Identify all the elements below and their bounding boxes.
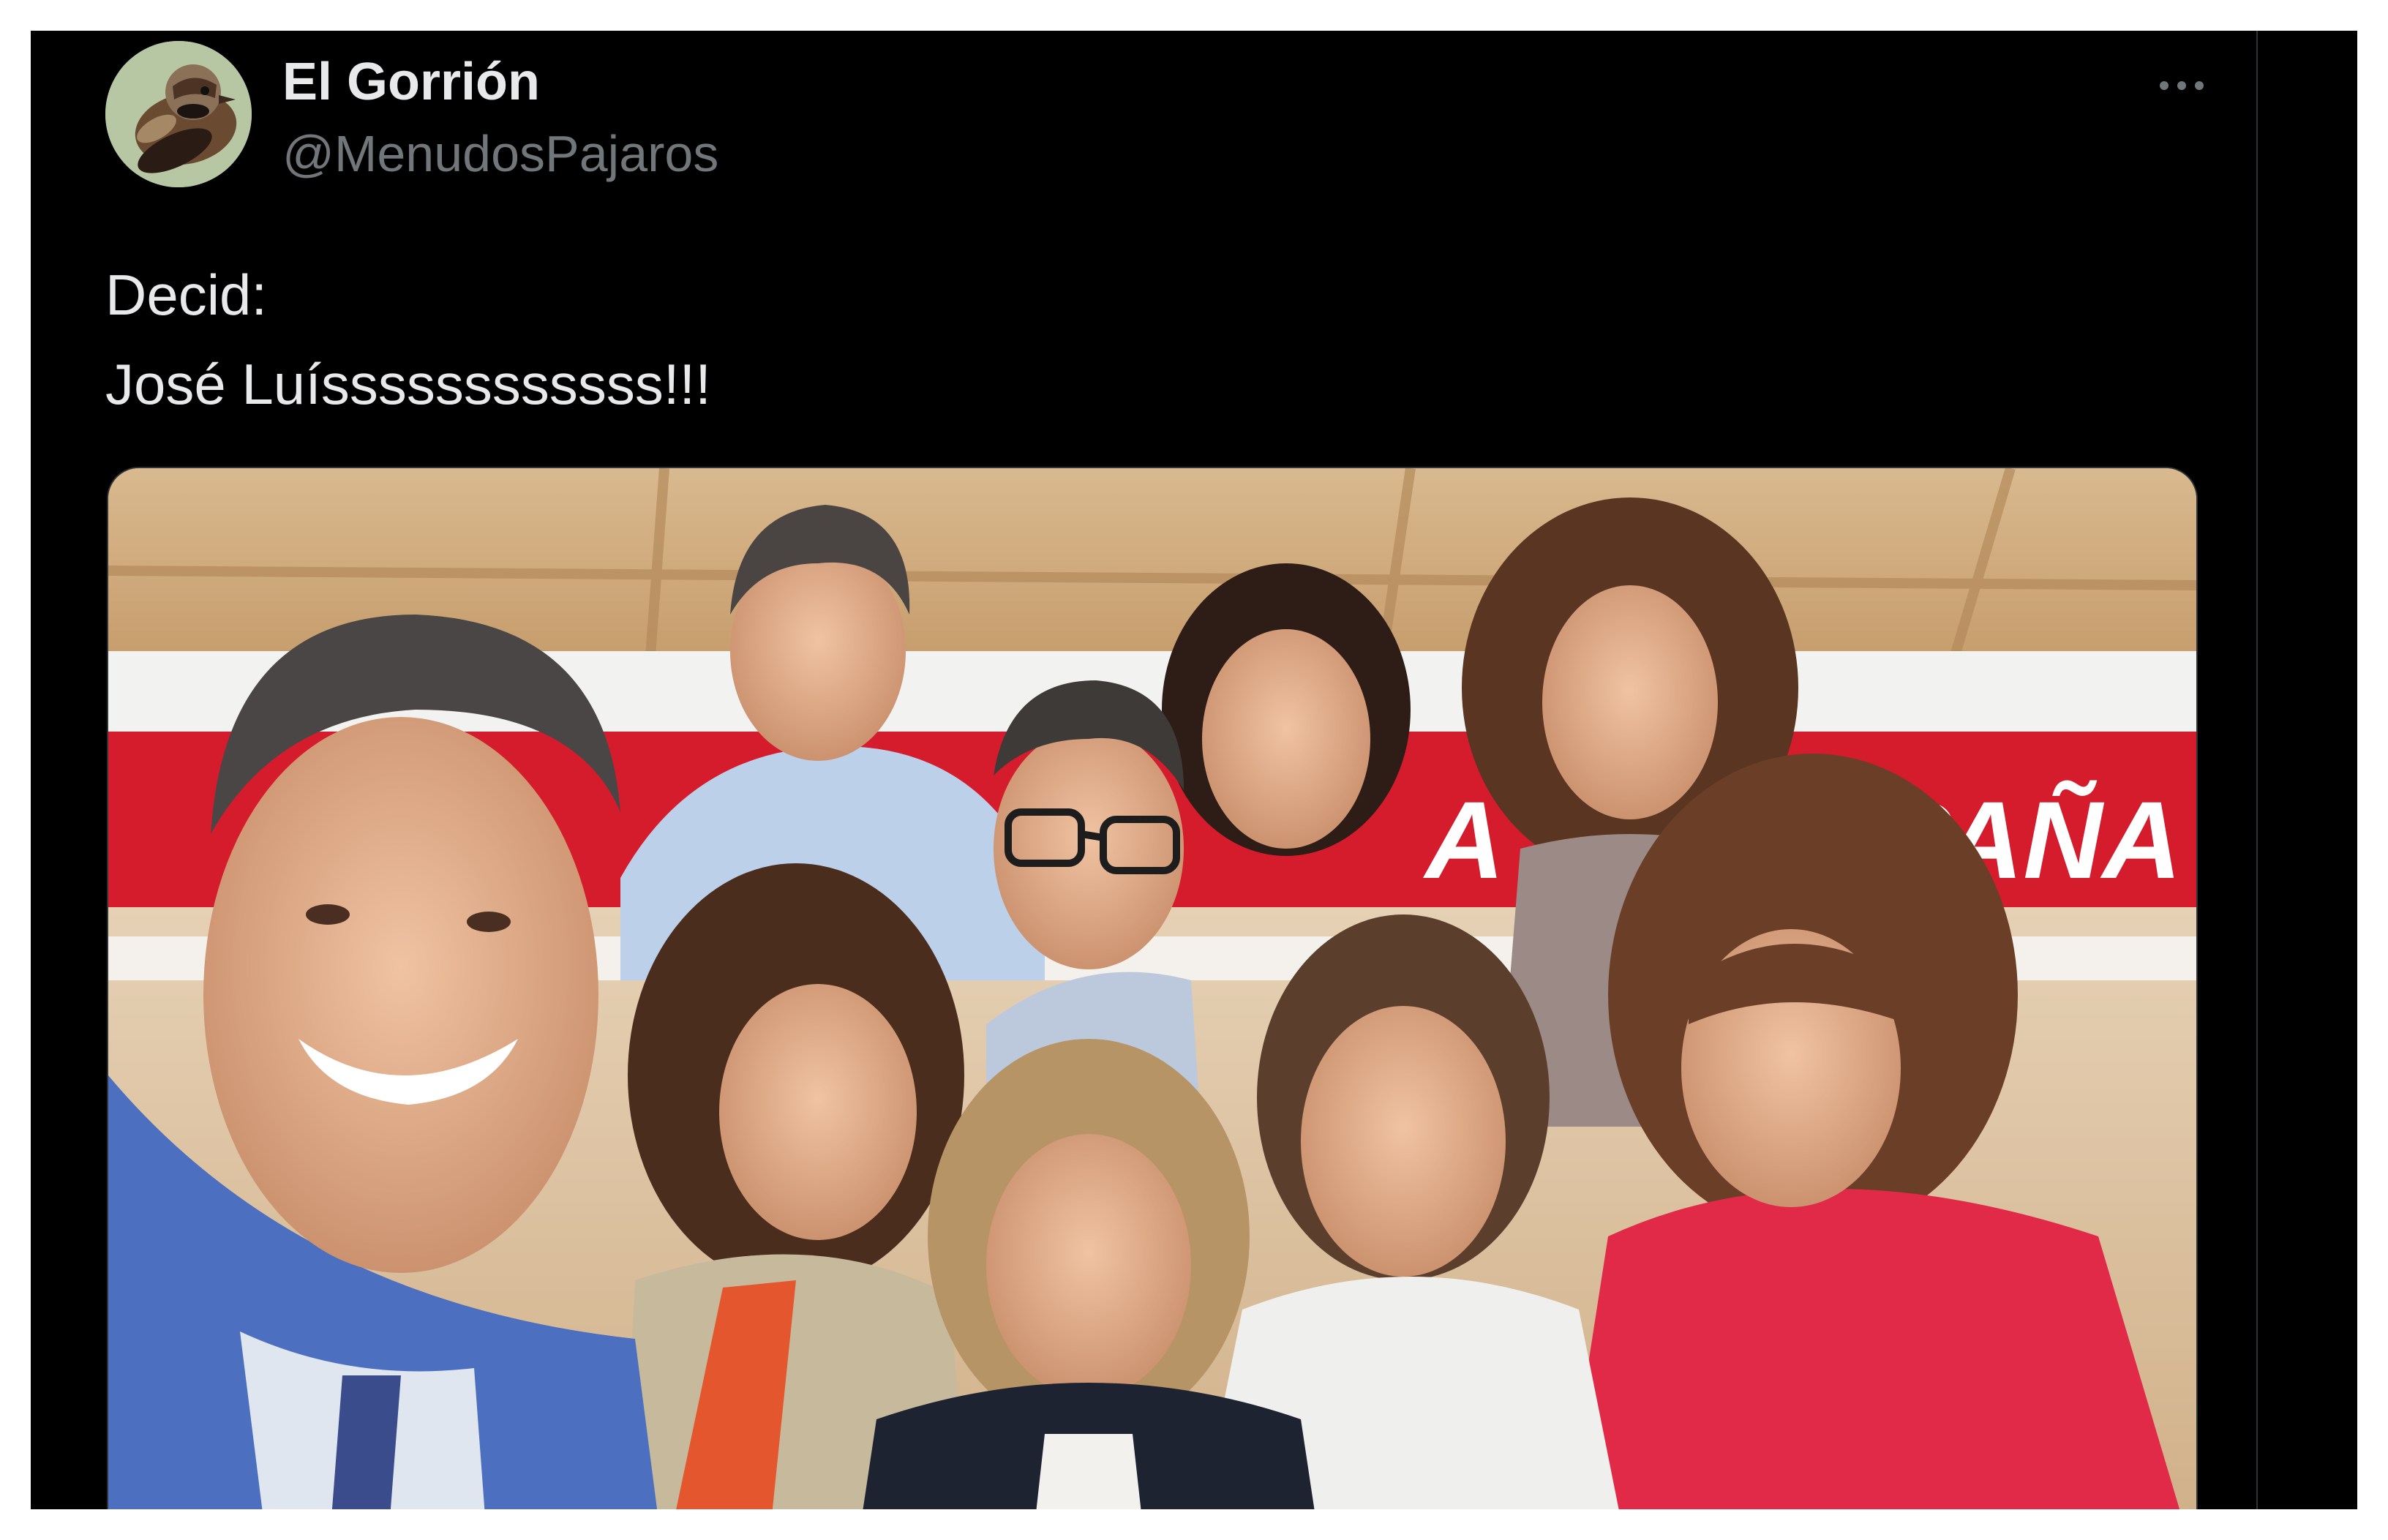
more-options-icon-dot: [2195, 81, 2204, 90]
more-options-icon-dot: [2177, 81, 2186, 90]
tweet-screenshot-frame: El Gorrión @MenudosPajaros Decid: José L…: [31, 31, 2357, 1509]
author-display-name[interactable]: El Gorrión: [282, 45, 540, 119]
tweet: El Gorrión @MenudosPajaros Decid: José L…: [31, 31, 2258, 1509]
tweet-text: Decid: José Luíssssssssssss!!!: [105, 250, 711, 429]
right-rail: [2256, 31, 2357, 1509]
more-options-button[interactable]: [2138, 60, 2226, 111]
tweet-photo[interactable]: A SPAÑA: [107, 467, 2198, 1509]
sparrow-avatar-icon: [105, 41, 252, 187]
tweet-text-line: Decid:: [105, 263, 268, 327]
group-selfie-photo: A SPAÑA: [108, 468, 2196, 1509]
tweet-text-line: José Luíssssssssssss!!!: [105, 352, 711, 416]
author-handle[interactable]: @MenudosPajaros: [282, 117, 718, 190]
banner-text-left: A: [1422, 778, 1504, 901]
more-options-icon: [2160, 81, 2169, 90]
author-avatar[interactable]: [105, 41, 252, 187]
